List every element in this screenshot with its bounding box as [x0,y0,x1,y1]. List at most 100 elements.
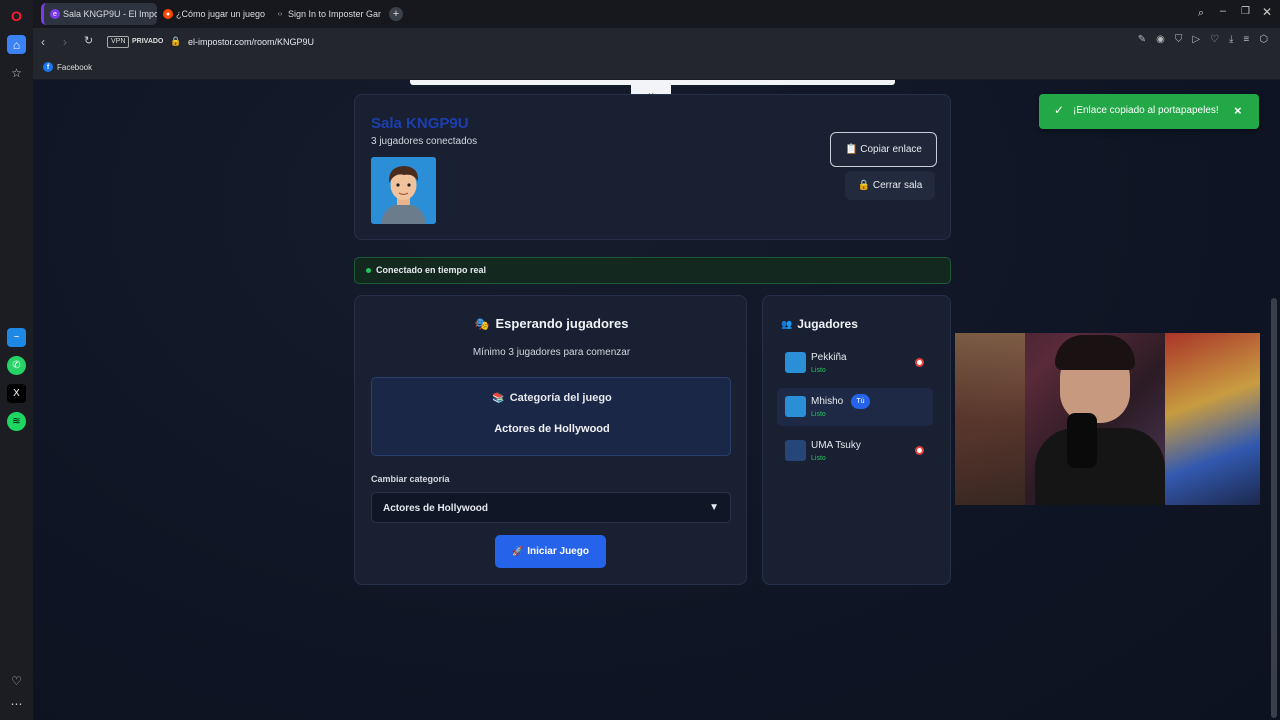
book-icon: 📚 [492,392,505,404]
player-status: Listo [811,455,826,462]
camera-icon[interactable]: ◉ [1156,34,1165,45]
player-row: Pekkiña Listo [777,345,933,383]
category-title: Categoría del juego [509,392,612,404]
tab-title: Sign In to Imposter Game [288,9,381,19]
player-avatar [785,440,806,461]
reload-icon[interactable]: ↻ [84,34,93,47]
player-row: UMA Tsuky Listo [777,433,933,471]
webcam-overlay [955,333,1260,505]
back-icon[interactable]: ‹ [41,35,45,49]
tab-sala[interactable]: e Sala KNGP9U - El Impostor [41,3,157,25]
realtime-status-bar: Conectado en tiempo real [354,257,951,284]
spotify-icon[interactable]: ≋ [7,412,26,431]
category-box: 📚 Categoría del juego Actores de Hollywo… [371,377,731,456]
tab-bar: e Sala KNGP9U - El Impostor ● ¿Cómo juga… [33,0,1280,28]
lock-icon: 🔒 [170,36,182,46]
player-name: Pekkiña [811,352,847,363]
tab-title: ¿Cómo jugar un juego tipo [176,9,267,19]
close-room-button[interactable]: 🔒 Cerrar sala [845,171,935,200]
close-window-icon[interactable]: ✕ [1262,5,1272,19]
address-toolbar: ✎ ◉ ⛉ ▷ ♡ ⤓ ≡ ⬡ [1138,34,1268,45]
connected-count: 3 jugadores conectados [371,136,478,147]
check-icon: ✓ [1054,103,1065,117]
page-content: ⌄ Sala KNGP9U 3 jugadores conectados 📋 C… [33,80,1280,720]
toast-notification: ✓ ¡Enlace copiado al portapapeles! × [1039,94,1259,129]
heart-icon[interactable]: ♡ [1210,34,1219,45]
tab-sign-in[interactable]: ‹› Sign In to Imposter Game [269,3,381,25]
toast-close-icon[interactable]: × [1234,103,1242,118]
category-value: Actores de Hollywood [494,423,610,435]
player-name: UMA Tsuky [811,440,861,451]
players-heading-row: 👥 Jugadores [781,317,858,331]
you-badge: Tú [851,394,870,409]
player-status: Listo [811,411,826,418]
webcam-person-body [1035,428,1165,505]
star-icon[interactable]: ☆ [7,63,26,82]
restore-icon[interactable]: ❐ [1241,6,1250,17]
player-avatar [785,396,806,417]
private-label: PRIVADO [132,38,164,45]
kick-player-icon[interactable] [915,358,924,367]
lobby-subheading: Mínimo 3 jugadores para comenzar [472,347,631,358]
player-status: Listo [811,367,826,374]
tab-como-jugar[interactable]: ● ¿Cómo jugar un juego tipo [157,3,267,25]
browser-sidebar: O ⌂ ☆ ~ ✆ X ≋ ♡ ⋯ [0,0,33,720]
download-icon[interactable]: ⤓ [1229,34,1233,45]
player-name: Mhisho [811,396,844,407]
change-category-label: Cambiar categoría [371,474,450,484]
avatar [371,157,436,224]
bookmark-facebook[interactable]: f Facebook [43,62,92,72]
play-icon[interactable]: ▷ [1192,34,1200,45]
dropdown-arrow-icon: ▼ [709,502,719,513]
home-icon[interactable]: ⌂ [7,35,26,54]
page-scrollbar[interactable] [1271,298,1277,718]
heart-icon[interactable]: ♡ [7,671,26,690]
code-icon: ‹› [277,10,283,18]
players-heading: Jugadores [797,317,858,331]
webcam-microphone [1067,413,1097,468]
new-tab-icon[interactable]: + [389,7,403,21]
room-card: Sala KNGP9U 3 jugadores conectados 📋 Cop… [354,94,951,240]
more-icon[interactable]: ⋯ [7,694,26,713]
search-tabs-icon[interactable]: ⌕ [1198,7,1204,20]
shield-icon[interactable]: ⛉ [1175,34,1183,45]
theater-masks-icon: 🎭 [474,316,490,331]
tab-favicon-icon: e [50,9,60,19]
rocket-icon: 🚀 [512,546,524,556]
bookmark-label: Facebook [57,62,93,72]
player-row-self: Mhisho Tú Listo [777,388,933,426]
forward-icon[interactable]: › [63,35,67,49]
copy-link-button[interactable]: 📋 Copiar enlace [830,132,937,167]
category-title-row: 📚 Categoría del juego [372,392,732,404]
status-dot [366,268,371,273]
extensions-icon[interactable]: ⬡ [1259,34,1268,45]
edit-icon[interactable]: ✎ [1138,34,1146,45]
toast-message: ¡Enlace copiado al portapapeles! [1073,105,1219,116]
address-bar-row: ‹ › ↻ VPN PRIVADO 🔒 el-impostor.com/room… [33,28,1280,56]
player-avatar [785,352,806,373]
players-card: 👥 Jugadores Pekkiña Listo Mhisho Tú List… [762,295,951,585]
vpn-badge[interactable]: VPN [107,36,130,48]
webcam-posters [1165,333,1260,505]
lobby-heading: Esperando jugadores [495,316,629,331]
category-select-value: Actores de Hollywood [383,503,489,514]
start-game-label: Iniciar Juego [527,546,589,557]
tab-title: Sala KNGP9U - El Impostor [63,9,157,19]
reddit-icon: ● [163,9,173,19]
opera-logo-icon[interactable]: O [7,6,26,25]
kick-player-icon[interactable] [915,446,924,455]
minimize-icon[interactable]: – [1220,5,1226,17]
realtime-status-text: Conectado en tiempo real [376,265,487,275]
messenger-icon[interactable]: ~ [7,328,26,347]
x-twitter-icon[interactable]: X [7,384,26,403]
category-select[interactable]: Actores de Hollywood ▼ [371,492,731,523]
users-icon: 👥 [781,318,793,329]
start-game-button[interactable]: 🚀 Iniciar Juego [495,535,606,568]
lobby-heading-row: 🎭 Esperando jugadores [355,316,748,331]
webcam-shelf-left [955,333,1025,505]
url-field[interactable]: el-impostor.com/room/KNGP9U [188,37,314,47]
whatsapp-icon[interactable]: ✆ [7,356,26,375]
lobby-card: 🎭 Esperando jugadores Mínimo 3 jugadores… [354,295,747,585]
menu-icon[interactable]: ≡ [1243,34,1249,45]
webcam-person-hair [1055,335,1135,370]
